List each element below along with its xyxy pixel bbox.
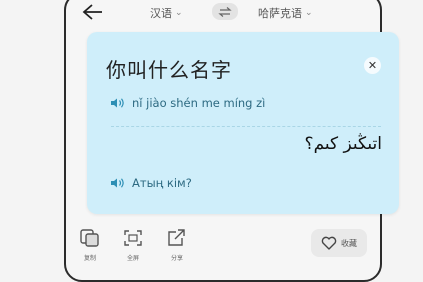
divider — [111, 126, 381, 127]
chevron-down-icon: ⌄ — [175, 8, 183, 18]
share-icon — [168, 229, 185, 246]
swap-languages-button[interactable] — [212, 3, 238, 20]
transliteration-text: Атың кім? — [132, 176, 192, 190]
top-bar: 汉语 ⌄ 哈萨克语 ⌄ — [66, 2, 380, 24]
swap-icon — [218, 6, 232, 17]
fullscreen-icon — [124, 230, 142, 246]
source-text: 你叫什么名字 — [106, 58, 232, 82]
heart-icon — [321, 236, 337, 250]
translation-text: اتىڭىز كىم؟ — [304, 134, 382, 154]
target-language-select[interactable]: 哈萨克语 ⌄ — [258, 5, 313, 21]
close-button[interactable]: ✕ — [364, 57, 381, 74]
transliteration-row[interactable]: Атың кім? — [110, 176, 192, 190]
favorite-label: 收藏 — [341, 238, 357, 248]
close-icon: ✕ — [367, 59, 378, 72]
pinyin-text: nǐ jiào shén me míng zì — [132, 96, 266, 110]
chevron-down-icon: ⌄ — [305, 8, 313, 18]
speaker-icon[interactable] — [110, 97, 126, 109]
back-arrow-icon[interactable] — [78, 2, 104, 22]
share-button[interactable]: 分享 — [165, 228, 189, 262]
translation-card: 你叫什么名字 ✕ nǐ jiào shén me míng zì اتىڭىز … — [87, 32, 399, 214]
source-language-label: 汉语 — [150, 7, 172, 20]
copy-button[interactable]: 复制 — [78, 228, 102, 262]
source-language-select[interactable]: 汉语 ⌄ — [150, 5, 183, 21]
target-language-label: 哈萨克语 — [258, 7, 302, 20]
fullscreen-button[interactable]: 全屏 — [121, 228, 145, 262]
copy-icon — [80, 229, 99, 247]
speaker-icon[interactable] — [110, 177, 126, 189]
favorite-button[interactable]: 收藏 — [311, 229, 367, 257]
pinyin-row[interactable]: nǐ jiào shén me míng zì — [110, 96, 265, 110]
